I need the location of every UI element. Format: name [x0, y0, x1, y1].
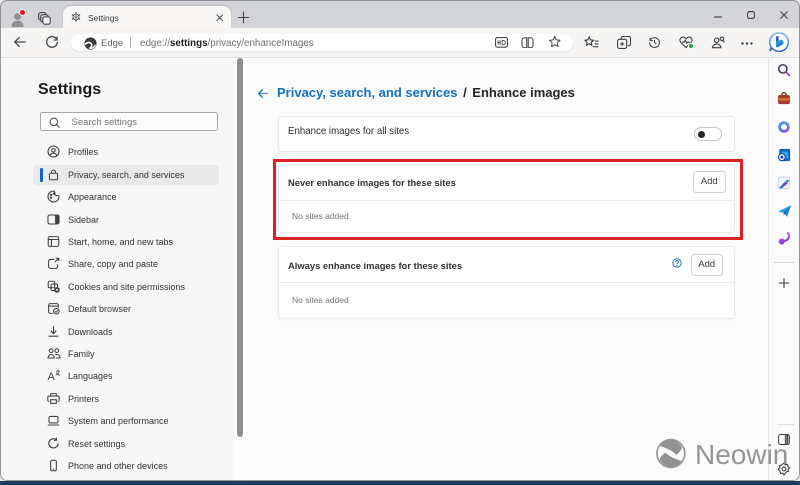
svg-text:A: A	[48, 371, 56, 382]
